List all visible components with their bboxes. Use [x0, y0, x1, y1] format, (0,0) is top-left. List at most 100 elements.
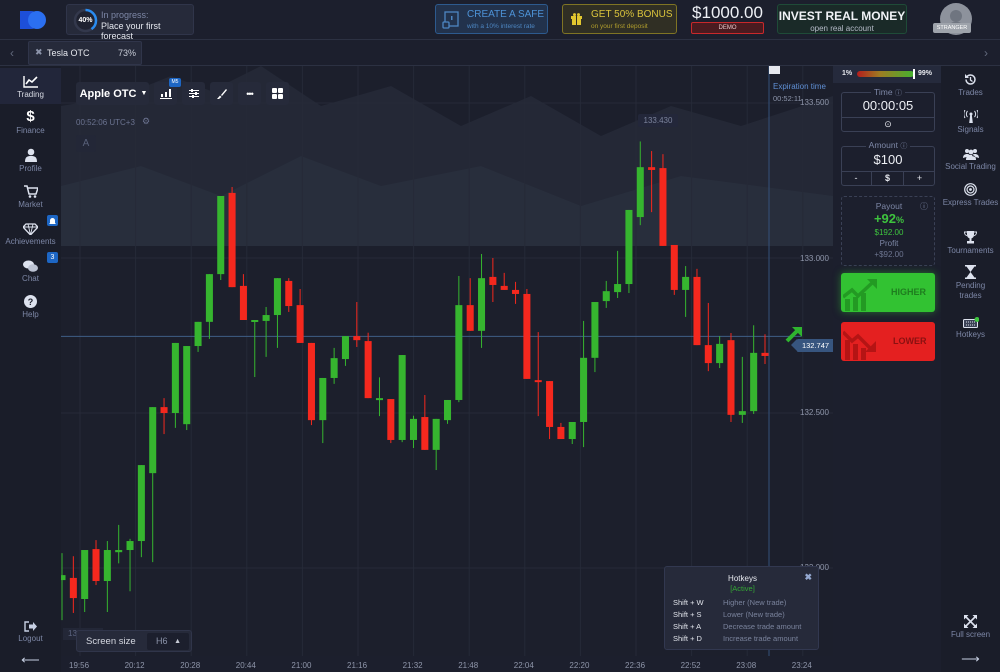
bonus-button[interactable]: GET 50% BONUS on your first deposit [562, 4, 677, 34]
candle-down [704, 345, 712, 364]
time-mode-toggle[interactable]: ⊙ [841, 117, 935, 131]
sidebar-label: Finance [16, 126, 45, 135]
logo-icon[interactable] [20, 9, 46, 31]
gear-icon[interactable]: ⚙ [142, 116, 150, 127]
sidebar-item-trades[interactable]: Trades [941, 72, 1000, 98]
candle-down [239, 285, 247, 320]
candle-down [353, 336, 361, 341]
candle-up [149, 407, 157, 474]
indicators-button[interactable] [182, 82, 205, 105]
candle-down [69, 577, 77, 599]
asset-name: Apple OTC [79, 87, 137, 100]
asset-selector[interactable]: Apple OTC ▼ [76, 82, 149, 105]
sidebar-item-social-trading[interactable]: Social Trading [941, 146, 1000, 172]
chevron-left-icon[interactable]: ‹ [10, 46, 14, 60]
more-options-button[interactable]: ••• [238, 82, 261, 105]
grid-icon [272, 88, 283, 99]
logout-button[interactable]: Logout [0, 616, 61, 643]
candle-down [693, 276, 701, 346]
users-icon [941, 146, 1000, 160]
amount-minus-button[interactable]: - [841, 171, 872, 185]
sidebar-item-tournaments[interactable]: Tournaments [941, 230, 1000, 256]
chart-line-icon [0, 72, 61, 88]
amount-label: Amount ⓘ [841, 140, 935, 151]
safe-subtitle: with a 10% interest rate [467, 23, 535, 30]
sidebar-item-help[interactable]: ? Help [0, 292, 61, 319]
close-tab-icon[interactable]: ✖ [35, 47, 43, 58]
higher-label: HIGHER [891, 287, 927, 297]
profit-value: +$92.00 [874, 250, 904, 259]
candle-down [466, 305, 474, 331]
x-tick: 21:32 [402, 661, 423, 670]
higher-button[interactable]: HIGHER [841, 273, 935, 312]
sidebar-item-express-trades[interactable]: Express Trades [941, 182, 1000, 208]
trophy-icon [941, 230, 1000, 244]
candle-up [251, 320, 259, 322]
x-tick: 23:08 [736, 661, 757, 670]
drawing-label-button[interactable]: A [76, 135, 96, 152]
invest-real-money-button[interactable]: INVEST REAL MONEY open real account [777, 4, 907, 34]
account-type-badge[interactable]: DEMO [691, 22, 764, 34]
clock-icon: ⊙ [884, 119, 892, 129]
onboarding-progress-card[interactable]: 40% In progress: Place your first foreca… [66, 4, 194, 41]
sidebar-item-trading[interactable]: Trading [0, 68, 61, 104]
arrow-left-icon[interactable]: ⟵ [0, 652, 61, 668]
x-tick: 23:24 [791, 661, 812, 670]
chevron-right-icon[interactable]: › [984, 46, 988, 60]
sidebar-label: Market [18, 200, 43, 209]
candle-down [500, 285, 508, 290]
amount-value[interactable]: $100 [841, 152, 935, 167]
candle-up [398, 355, 406, 440]
hotkey-row: Shift + D Increase trade amount [673, 634, 799, 643]
asset-tab-payout: 73% [117, 48, 136, 58]
candle-down [421, 417, 429, 450]
sidebar-item-pending-trades[interactable]: Pending trades [941, 265, 1000, 301]
hotkey-row: Shift + W Higher (New trade) [673, 598, 787, 607]
chart-toolbar: Apple OTC ▼ ••• [76, 82, 289, 105]
x-tick: 20:28 [180, 661, 201, 670]
candle-up [183, 346, 191, 425]
candle-down [546, 381, 554, 427]
lower-button[interactable]: LOWER [841, 322, 935, 361]
candle-up [682, 276, 690, 290]
asset-tab[interactable]: ✖ Tesla OTC 73% [28, 41, 142, 65]
candle-up [591, 302, 599, 358]
sidebar-item-signals[interactable]: Signals [941, 109, 1000, 135]
fullscreen-button[interactable]: Full screen [941, 614, 1000, 640]
layout-button[interactable] [266, 82, 289, 105]
drawing-tools-button[interactable] [210, 82, 233, 105]
sentiment-gradient [857, 71, 914, 77]
account-balance[interactable]: $1000.00 [690, 3, 765, 23]
sidebar-item-hotkeys[interactable]: Hotkeys [941, 314, 1000, 340]
amount-plus-button[interactable]: + [904, 171, 935, 185]
candle-down [761, 352, 769, 356]
sidebar-item-market[interactable]: Market [0, 182, 61, 209]
progress-task: Place your first forecast [101, 21, 161, 41]
time-value[interactable]: 00:00:05 [841, 98, 935, 113]
history-icon [941, 72, 1000, 86]
close-icon[interactable]: ✖ [804, 572, 812, 583]
payout-total: $192.00 [874, 228, 904, 237]
screen-size-select[interactable]: H6 ▲ [147, 633, 189, 650]
trend-up-icon [843, 279, 877, 311]
arrow-right-icon[interactable]: ⟶ [941, 651, 1000, 667]
create-safe-button[interactable]: CREATE A SAFE with a 10% interest rate [435, 4, 548, 34]
sidebar-label: Express Trades [942, 198, 999, 207]
y-tick: 133.500 [800, 98, 829, 107]
sidebar-label: Trades [958, 88, 983, 97]
candle-up [580, 357, 588, 422]
svg-text:?: ? [28, 297, 34, 307]
expiration-flag-icon[interactable] [769, 66, 780, 74]
candle-up [194, 321, 202, 347]
sidebar-item-profile[interactable]: Profile [0, 146, 61, 173]
candle-down [489, 276, 497, 285]
candle-up [716, 343, 724, 364]
amount-currency-button[interactable]: $ [872, 171, 904, 185]
bonus-title: GET 50% BONUS [591, 9, 673, 20]
candle-up [478, 278, 486, 331]
sidebar-item-finance[interactable]: $ Finance [0, 108, 61, 135]
candle-up [273, 278, 281, 316]
y-tick: 133.000 [800, 254, 829, 263]
candle-down [285, 280, 293, 307]
sidebar-label: Achievements [5, 237, 56, 246]
